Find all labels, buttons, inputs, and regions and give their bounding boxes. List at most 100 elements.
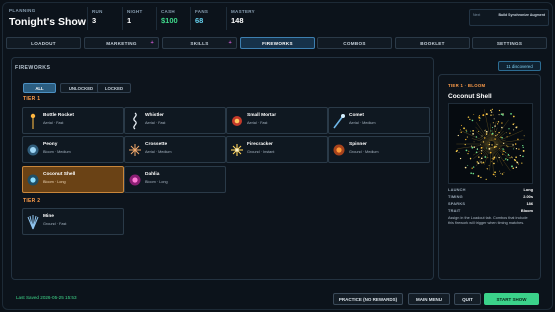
firework-desc: Ground · Medium	[349, 150, 379, 154]
firework-card-bottle-rocket[interactable]: Bottle Rocket Aerial · Fast	[22, 107, 124, 134]
quit-button-label: QUIT	[462, 296, 473, 302]
dahlia-icon	[129, 174, 141, 186]
peony-icon	[27, 144, 39, 156]
stat-label: NIGHT	[127, 9, 143, 14]
stat-value: 68	[195, 16, 204, 25]
firework-desc: Aerial · Fast	[145, 121, 166, 125]
tab-label: SETTINGS	[496, 40, 523, 46]
stat-label: CASH	[161, 9, 175, 14]
tab-label: SKILLS	[190, 40, 209, 46]
firework-name: Small Mortar	[247, 113, 277, 118]
filter-all[interactable]: ALL	[23, 83, 56, 93]
page-title: Tonight's Show	[9, 16, 86, 28]
next-augment-panel[interactable]: Next Build Synchronize Augment	[469, 9, 549, 26]
firecracker-icon	[231, 144, 243, 156]
stat-mastery: MASTERY 148	[226, 7, 266, 30]
detail-row-trait: TRAIT Bloom	[448, 208, 533, 215]
stat-value: 3	[92, 16, 97, 25]
stat-value: 1	[127, 16, 132, 25]
quit-button[interactable]: QUIT	[454, 293, 481, 305]
firework-name: Firecracker	[247, 142, 273, 147]
filter-locked[interactable]: LOCKED	[97, 83, 131, 93]
firework-name: Whistler	[145, 113, 164, 118]
firework-card-coconut-shell[interactable]: Coconut Shell Bloom · Long	[22, 166, 124, 193]
stat-label: FANS	[195, 9, 209, 14]
firework-desc: Bloom · Medium	[43, 150, 71, 154]
small-mortar-icon	[232, 116, 242, 126]
firework-desc: Aerial · Medium	[349, 121, 376, 125]
firework-card-crossette[interactable]: Crossette Aerial · Medium	[124, 136, 226, 163]
filter-label: UNLOCKED	[68, 85, 94, 91]
firework-card-firecracker[interactable]: Firecracker Ground · Instant	[226, 136, 328, 163]
tab-marketing[interactable]: MARKETING +	[84, 37, 159, 49]
firework-card-comet[interactable]: Comet Aerial · Medium	[328, 107, 430, 134]
firework-name: Peony	[43, 142, 58, 147]
tab-bar: LOADOUT MARKETING + SKILLS + FIREWORKS COM…	[6, 37, 549, 50]
section-label: PLANNING	[9, 8, 36, 13]
detail-key: SPARKS	[448, 201, 466, 206]
tab-label: LOADOUT	[31, 40, 56, 46]
firework-desc: Bloom · Long	[43, 180, 66, 184]
tab-label: MARKETING	[106, 40, 137, 46]
tab-settings[interactable]: SETTINGS	[472, 37, 547, 49]
tab-booklet[interactable]: BOOKLET	[395, 37, 470, 49]
firework-name: Coconut Shell	[43, 172, 76, 177]
firework-desc: Aerial · Fast	[43, 121, 64, 125]
firework-desc: Aerial · Fast	[247, 121, 268, 125]
detail-row-launch: LAUNCH Long	[448, 187, 533, 194]
mine-icon	[27, 215, 39, 230]
main-menu-button[interactable]: MAIN MENU	[408, 293, 450, 305]
stat-night: NIGHT 1	[122, 7, 157, 30]
firework-card-spinner[interactable]: Spinner Ground · Medium	[328, 136, 430, 163]
tab-label: COMBOS	[343, 40, 366, 46]
stat-fans: FANS 68	[190, 7, 226, 30]
firework-card-dahlia[interactable]: Dahlia Bloom · Long	[124, 166, 226, 193]
stat-run: RUN 3	[87, 7, 122, 30]
detail-key: TRAIT	[448, 208, 461, 213]
detail-key: TIMING	[448, 194, 463, 199]
coconut-shell-icon	[27, 174, 39, 186]
whistler-icon	[133, 112, 137, 130]
tab-loadout[interactable]: LOADOUT	[6, 37, 81, 49]
detail-value: 2.00s	[523, 194, 533, 199]
detail-row-timing: TIMING 2.00s	[448, 194, 533, 201]
comet-icon	[333, 114, 345, 129]
header: PLANNING Tonight's Show RUN 3 NIGHT 1 CA…	[6, 5, 549, 31]
firework-detail-panel: TIER 1 · BLOOM Coconut Shell LAUNCH Long…	[438, 74, 541, 280]
filter-label: ALL	[35, 85, 44, 91]
tab-fireworks[interactable]: FIREWORKS	[240, 37, 315, 49]
firework-card-small-mortar[interactable]: Small Mortar Aerial · Fast	[226, 107, 328, 134]
start-show-button-label: START SHOW	[496, 296, 527, 302]
bottle-rocket-icon	[30, 113, 36, 129]
tier-2-label: TIER 2	[23, 198, 41, 204]
tier-1-label: TIER 1	[23, 96, 41, 102]
firework-name: Bottle Rocket	[43, 113, 74, 118]
mini-panel-label: Next	[473, 13, 481, 17]
detail-value: Long	[523, 187, 533, 192]
practice-button[interactable]: PRACTICE (NO REWARDS)	[333, 293, 403, 305]
stat-value: $100	[161, 16, 178, 25]
plus-badge-icon: +	[228, 40, 232, 46]
firework-burst-image	[455, 108, 525, 181]
discovered-badge: 11 discovered	[498, 61, 541, 71]
crossette-icon	[129, 144, 141, 156]
firework-name: Dahlia	[145, 172, 160, 177]
practice-button-label: PRACTICE (NO REWARDS)	[338, 296, 398, 302]
detail-row-sparks: SPARKS 186	[448, 201, 533, 208]
filter-label: LOCKED	[104, 85, 124, 91]
tab-skills[interactable]: SKILLS +	[162, 37, 237, 49]
tab-combos[interactable]: COMBOS	[317, 37, 392, 49]
firework-card-peony[interactable]: Peony Bloom · Medium	[22, 136, 124, 163]
panel-title: FIREWORKS	[15, 65, 51, 71]
start-show-button[interactable]: START SHOW	[484, 293, 539, 305]
firework-desc: Aerial · Medium	[145, 150, 172, 154]
tab-label: FIREWORKS	[262, 40, 293, 46]
main-menu-button-label: MAIN MENU	[416, 296, 442, 302]
stat-label: RUN	[92, 9, 103, 14]
detail-value: 186	[526, 201, 534, 206]
firework-card-mine[interactable]: Mine Ground · Fast	[22, 208, 124, 235]
firework-card-whistler[interactable]: Whistler Aerial · Fast	[124, 107, 226, 134]
firework-name: Comet	[349, 113, 364, 118]
detail-key: LAUNCH	[448, 187, 466, 192]
filter-unlocked[interactable]: UNLOCKED	[60, 83, 102, 93]
